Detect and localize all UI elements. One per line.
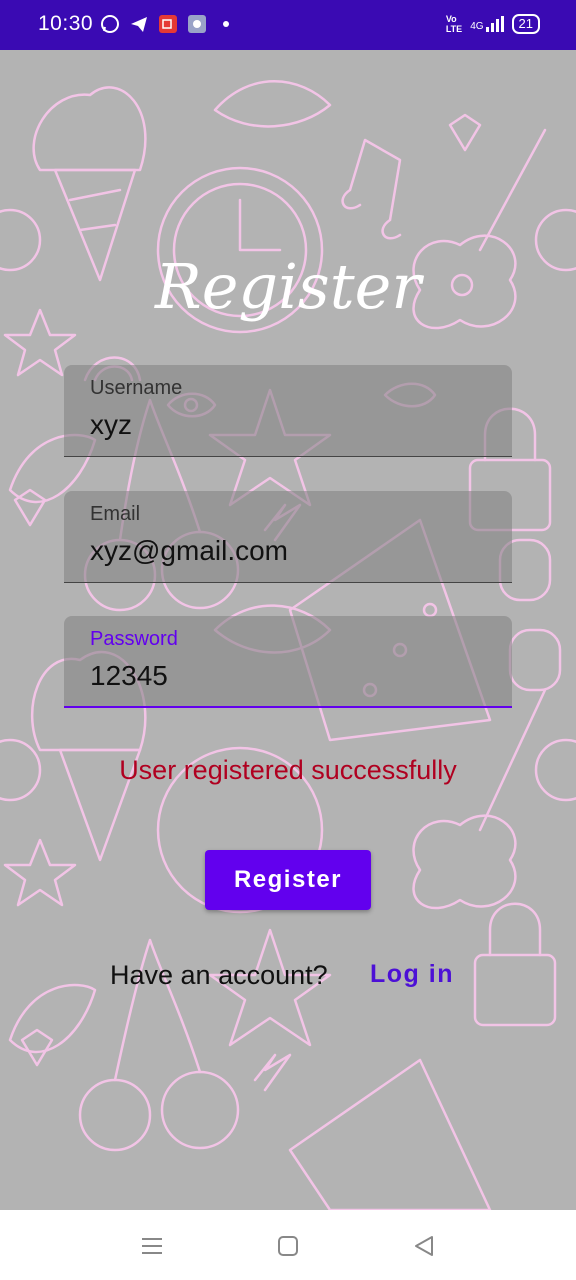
back-icon[interactable]	[410, 1232, 438, 1260]
login-link[interactable]: Log in	[370, 960, 454, 989]
username-label: Username	[90, 377, 183, 399]
status-bar: 10:30 Vo LTE 4G 21	[0, 0, 576, 50]
screen-recorder-icon	[158, 14, 178, 34]
password-value[interactable]: 12345	[90, 660, 168, 692]
email-value[interactable]: xyz@gmail.com	[90, 535, 288, 567]
success-message: User registered successfully	[119, 755, 457, 785]
password-field[interactable]: Password 12345	[64, 616, 512, 708]
telegram-icon	[129, 14, 149, 34]
email-label: Email	[90, 503, 141, 525]
email-field[interactable]: Email xyz@gmail.com	[64, 491, 512, 583]
whatsapp-icon	[100, 14, 120, 34]
password-label: Password	[90, 628, 178, 650]
battery-icon: 21	[511, 14, 540, 34]
have-account-text: Have an account?	[110, 960, 328, 990]
dot-icon	[216, 14, 236, 34]
password-underline	[64, 706, 512, 708]
recent-apps-icon[interactable]	[138, 1232, 166, 1260]
username-underline	[64, 456, 512, 457]
username-field[interactable]: Username xyz	[64, 365, 512, 457]
username-value[interactable]: xyz	[90, 409, 132, 441]
status-time: 10:30	[38, 12, 94, 35]
network-type-label: 4G	[470, 21, 484, 32]
navigation-bar	[0, 1210, 576, 1280]
volte-icon: Vo LTE	[445, 14, 463, 34]
home-icon[interactable]	[274, 1232, 302, 1260]
settings-app-icon	[187, 14, 207, 34]
page-title: Register	[155, 250, 421, 323]
register-button[interactable]: Register	[205, 850, 371, 910]
4g-signal-icon: 4G	[470, 16, 504, 32]
email-underline	[64, 582, 512, 583]
